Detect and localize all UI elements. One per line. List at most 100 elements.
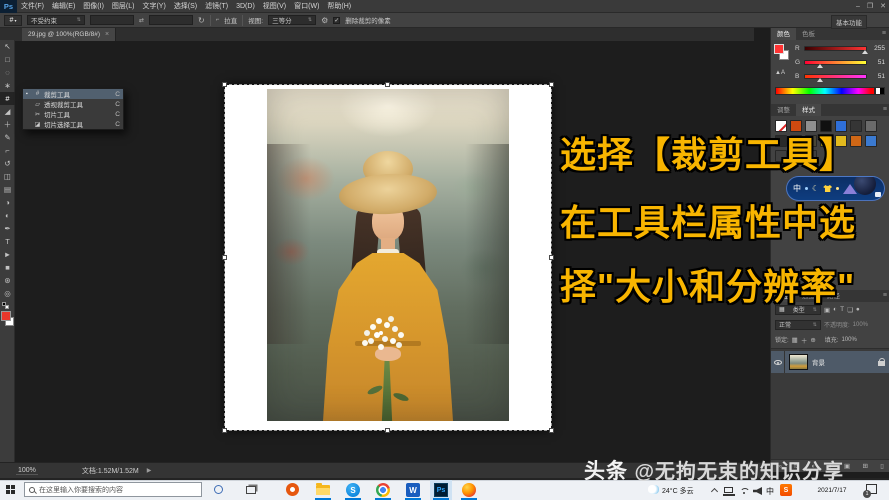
path-selection-tool[interactable]: ► (0, 248, 15, 261)
eyedropper-tool[interactable]: ◢ (0, 105, 15, 118)
crop-handle-ne[interactable] (549, 82, 554, 87)
app-icon-word[interactable]: W (406, 483, 420, 497)
crop-width-input[interactable] (90, 15, 134, 25)
quick-selection-tool[interactable]: ∗ (0, 79, 15, 92)
taskbar-date[interactable]: 2021/7/17 (806, 487, 858, 494)
weather-widget[interactable]: 中 ☾ (786, 176, 885, 201)
layer-row-background[interactable]: 背景 (771, 351, 889, 373)
start-button[interactable] (6, 485, 16, 495)
type-tool[interactable]: T (0, 235, 15, 248)
status-arrow-icon[interactable]: ▶ (147, 467, 152, 474)
crop-handle-nw[interactable] (222, 82, 227, 87)
opacity-value[interactable]: 100% (853, 322, 868, 328)
panel-menu-icon[interactable]: ≡ (882, 30, 886, 37)
spectrum-bw-end[interactable] (875, 87, 885, 95)
crop-handle-se[interactable] (549, 428, 554, 433)
menu-help[interactable]: 帮助(H) (323, 0, 355, 13)
layer-group-icon[interactable]: ▣ (844, 462, 850, 470)
sogou-input-icon[interactable]: S (780, 484, 792, 496)
task-view-icon[interactable] (246, 486, 256, 494)
menu-type[interactable]: 文字(Y) (138, 0, 169, 13)
color-spectrum-ramp[interactable] (775, 87, 875, 95)
menu-window[interactable]: 窗口(W) (290, 0, 323, 13)
layer-name[interactable]: 背景 (812, 357, 874, 367)
channel-value[interactable]: 51 (870, 59, 885, 66)
straighten-label[interactable]: 拉直 (224, 15, 237, 25)
foreground-color-chip[interactable] (774, 44, 784, 54)
straighten-icon[interactable]: ⌐ (216, 17, 220, 23)
zoom-tool[interactable]: ◎ (0, 287, 15, 300)
crop-handle-n[interactable] (385, 82, 390, 87)
shape-tool[interactable]: ■ (0, 261, 15, 274)
swap-colors-icon[interactable] (5, 305, 9, 309)
r-slider[interactable] (804, 46, 867, 51)
layer-thumbnail[interactable] (789, 354, 808, 370)
channel-value[interactable]: 51 (870, 73, 885, 80)
b-slider[interactable] (804, 74, 867, 79)
taskbar-search-box[interactable]: 在这里输入你要搜索的内容 (24, 482, 202, 497)
ime-indicator[interactable]: 中 (766, 486, 774, 497)
tab-adjustments[interactable]: 调整 (771, 104, 796, 116)
foreground-color-swatch[interactable] (1, 311, 11, 321)
swap-dimensions-icon[interactable]: ⇄ (139, 17, 144, 24)
g-slider[interactable] (804, 60, 867, 65)
menu-edit[interactable]: 编辑(E) (48, 0, 79, 13)
marquee-tool[interactable]: □ (0, 53, 15, 66)
wifi-icon[interactable] (739, 487, 749, 494)
blur-tool[interactable]: ◑ (0, 196, 15, 209)
slider-thumb[interactable] (862, 50, 868, 54)
menu-image[interactable]: 图像(I) (79, 0, 108, 13)
app-icon-office[interactable] (286, 483, 300, 497)
flyout-slice-tool[interactable]: ✂ 切片工具 C (23, 109, 123, 119)
menu-select[interactable]: 选择(S) (170, 0, 201, 13)
close-button[interactable]: ✕ (880, 0, 886, 13)
crop-tool-preset-button[interactable]: # ▾ (4, 15, 22, 26)
blend-mode-select[interactable]: 正常 ⇅ (775, 320, 821, 330)
menu-layer[interactable]: 图层(L) (108, 0, 139, 13)
move-tool[interactable]: ↖ (0, 40, 15, 53)
delete-layer-icon[interactable]: ▯ (880, 462, 884, 470)
dodge-tool[interactable]: ◐ (0, 209, 15, 222)
gear-icon[interactable]: ⚙ (321, 16, 328, 25)
slider-thumb[interactable] (817, 64, 823, 68)
tab-swatches[interactable]: 色板 (796, 28, 821, 40)
workspace-switcher[interactable]: 基本功能 (831, 15, 867, 29)
brush-tool[interactable]: ✎ (0, 131, 15, 144)
pen-tool[interactable]: ✒ (0, 222, 15, 235)
tab-color[interactable]: 颜色 (771, 28, 796, 40)
menu-file[interactable]: 文件(F) (17, 0, 48, 13)
filter-smart-icon[interactable]: ● (856, 306, 860, 313)
menu-filter[interactable]: 滤镜(T) (201, 0, 232, 13)
style-swatch[interactable] (865, 135, 877, 147)
crop-ratio-select[interactable]: 不受约束 ⇅ (27, 15, 85, 25)
tray-weather-text[interactable]: 24°C 多云 (662, 486, 694, 496)
app-icon-photoshop-active[interactable]: Ps (430, 480, 452, 500)
document-canvas[interactable] (225, 85, 551, 430)
tab-styles[interactable]: 样式 (796, 104, 821, 116)
battery-icon[interactable] (724, 487, 733, 493)
menu-view[interactable]: 视图(V) (259, 0, 290, 13)
lock-position-icon[interactable]: ＋ (801, 335, 808, 345)
flyout-slice-select-tool[interactable]: ◪ 切片选择工具 C (23, 119, 123, 129)
crop-handle-sw[interactable] (222, 428, 227, 433)
style-swatch[interactable] (865, 120, 877, 132)
panel-menu-icon[interactable]: ≡ (883, 106, 887, 113)
flyout-perspective-crop-tool[interactable]: ▱ 透视裁剪工具 C (23, 99, 123, 109)
crop-handle-e[interactable] (549, 255, 554, 260)
document-tab[interactable]: 29.jpg @ 100%(RGB/8#) × (22, 28, 116, 41)
flyout-crop-tool[interactable]: ▪ # 裁剪工具 C (23, 89, 123, 99)
app-icon-firefox[interactable] (462, 483, 476, 497)
crop-handle-s[interactable] (385, 428, 390, 433)
lock-all-icon[interactable]: ⊕ (810, 336, 815, 344)
tray-weather-icon[interactable] (648, 485, 659, 494)
eraser-tool[interactable]: ◫ (0, 170, 15, 183)
app-icon-chrome[interactable] (376, 483, 390, 497)
minimize-button[interactable]: – (856, 0, 860, 13)
hand-tool[interactable]: ⊛ (0, 274, 15, 287)
close-tab-icon[interactable]: × (105, 31, 109, 38)
lock-transparency-icon[interactable]: ▦ (792, 336, 798, 344)
delete-cropped-pixels-checkbox[interactable]: ✓ (333, 17, 340, 24)
menu-3d[interactable]: 3D(D) (232, 0, 259, 13)
clear-rotate-icon[interactable]: ↻ (198, 16, 205, 25)
gradient-tool[interactable]: ▤ (0, 183, 15, 196)
